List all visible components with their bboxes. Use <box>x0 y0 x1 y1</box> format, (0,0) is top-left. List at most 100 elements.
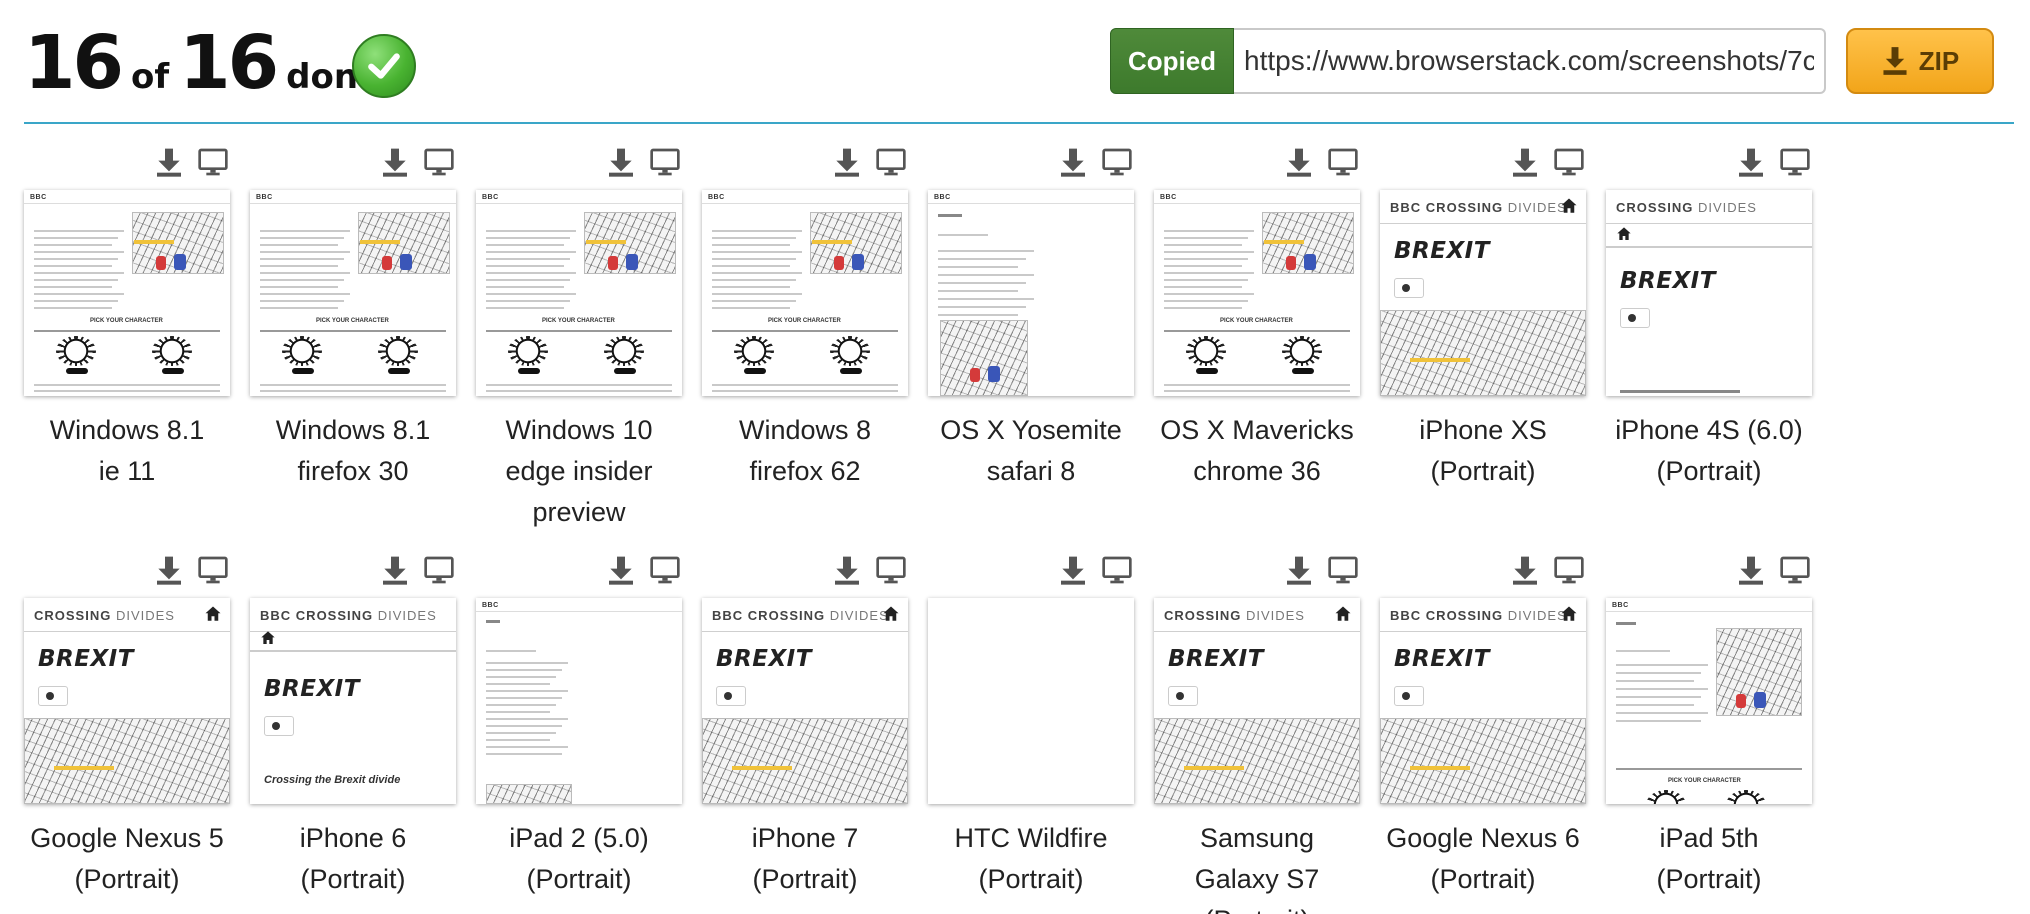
download-icon[interactable] <box>1282 144 1316 180</box>
thumb-logo: BBC <box>1612 602 1629 609</box>
copied-button[interactable]: Copied <box>1110 28 1234 94</box>
thumb-heading: PICK YOUR CHARACTER <box>90 318 163 324</box>
screenshot-thumbnail[interactable]: BBC PICK YOUR CHARACTER <box>1606 598 1812 804</box>
monitor-icon[interactable] <box>1778 552 1812 588</box>
download-icon[interactable] <box>1282 552 1316 588</box>
thumb-text-line <box>34 258 118 260</box>
thumb-text-line <box>938 314 1018 316</box>
screenshot-thumbnail[interactable]: BBC PICK YOUR CHARACTER <box>24 190 230 396</box>
thumb-text-line <box>712 286 790 288</box>
monitor-icon[interactable] <box>1552 144 1586 180</box>
monitor-icon[interactable] <box>1326 552 1360 588</box>
monitor-icon[interactable] <box>1552 552 1586 588</box>
download-icon[interactable] <box>1056 552 1090 588</box>
thumb-divider <box>34 330 220 332</box>
monitor-icon[interactable] <box>196 552 230 588</box>
thumb-text-line <box>1164 307 1242 309</box>
label-line: (Portrait) <box>752 864 858 894</box>
thumb-text-line <box>1616 664 1708 666</box>
label-line: (Portrait) <box>1656 864 1762 894</box>
thumb-subtitle: Crossing the Brexit divide <box>264 774 401 786</box>
label-line: iPhone 4S (6.0) <box>1615 415 1803 445</box>
thumb-topbar: BBC CROSSING DIVIDES <box>702 598 908 632</box>
thumb-text-line <box>34 300 118 302</box>
screenshot-thumbnail[interactable]: BBC PICK YOUR CHARACTER <box>1154 190 1360 396</box>
monitor-icon[interactable] <box>422 552 456 588</box>
download-icon[interactable] <box>1734 144 1768 180</box>
thumb-text-line <box>712 279 796 281</box>
download-icon[interactable] <box>604 144 638 180</box>
download-icon[interactable] <box>152 144 186 180</box>
monitor-icon[interactable] <box>874 144 908 180</box>
download-icon[interactable] <box>604 552 638 588</box>
screenshot-thumbnail[interactable]: BBC <box>476 598 682 804</box>
monitor-icon[interactable] <box>648 144 682 180</box>
monitor-icon[interactable] <box>874 552 908 588</box>
thumb-text-line <box>1164 390 1350 392</box>
thumb-text-line <box>1164 286 1242 288</box>
device-browser-label: OS X Mavericks chrome 36 <box>1144 410 1370 492</box>
thumb-banner <box>360 240 400 244</box>
download-icon[interactable] <box>152 552 186 588</box>
screenshot-thumbnail[interactable]: BBC <box>928 190 1134 396</box>
thumb-text-line <box>260 307 338 309</box>
zip-download-button[interactable]: ZIP <box>1846 28 1994 94</box>
monitor-icon[interactable] <box>1326 144 1360 180</box>
thumb-button <box>744 368 766 374</box>
screenshot-tile: BBC PICK YOUR CHARACTER Windows 10 edge ins… <box>476 140 682 540</box>
download-icon[interactable] <box>1508 144 1542 180</box>
screenshot-thumbnail[interactable]: BBC PICK YOUR CHARACTER <box>250 190 456 396</box>
screenshot-thumbnail[interactable]: BBC CROSSING DIVIDES BREXIT <box>1380 598 1586 804</box>
screenshot-thumbnail[interactable]: BBC CROSSING DIVIDES BREXIT Crossing the B… <box>250 598 456 804</box>
download-icon[interactable] <box>1734 552 1768 588</box>
thumb-divider <box>260 330 446 332</box>
thumb-illustration <box>486 784 572 804</box>
download-icon[interactable] <box>378 552 412 588</box>
monitor-icon[interactable] <box>196 144 230 180</box>
monitor-icon[interactable] <box>422 144 456 180</box>
screenshot-thumbnail[interactable] <box>928 598 1134 804</box>
share-url-field[interactable] <box>1234 28 1826 94</box>
screenshot-thumbnail[interactable]: BBC CROSSING DIVIDES BREXIT <box>1380 190 1586 396</box>
screenshot-thumbnail[interactable]: CROSSING DIVIDES BREXIT <box>1606 190 1812 396</box>
thumb-text-line <box>486 753 562 755</box>
download-icon[interactable] <box>378 144 412 180</box>
thumb-character <box>378 336 418 366</box>
screenshot-tile: BBC iPad 2 (5.0) (Portrait) <box>476 548 682 914</box>
thumb-logo: CROSSING DIVIDES <box>1616 200 1757 215</box>
label-line: Google Nexus 6 <box>1386 823 1580 853</box>
screenshot-thumbnail[interactable]: CROSSING DIVIDES BREXIT <box>1154 598 1360 804</box>
monitor-icon[interactable] <box>1100 144 1134 180</box>
thumb-text-line <box>34 286 112 288</box>
monitor-icon[interactable] <box>1100 552 1134 588</box>
thumb-figure <box>626 254 638 270</box>
monitor-icon[interactable] <box>1778 144 1812 180</box>
thumb-banner <box>586 240 626 244</box>
thumb-figure <box>834 256 844 270</box>
thumb-figure <box>970 368 980 382</box>
device-browser-label: Windows 8 firefox 62 <box>692 410 918 492</box>
download-icon[interactable] <box>1508 552 1542 588</box>
thumb-text-line <box>712 244 790 246</box>
thumb-text-line <box>712 230 802 232</box>
screenshot-thumbnail[interactable]: BBC PICK YOUR CHARACTER <box>702 190 908 396</box>
screenshot-thumbnail[interactable]: BBC CROSSING DIVIDES BREXIT <box>702 598 908 804</box>
download-icon[interactable] <box>830 144 864 180</box>
thumb-banner <box>1410 766 1470 770</box>
monitor-icon[interactable] <box>648 552 682 588</box>
device-browser-label: Windows 8.1 ie 11 <box>14 410 240 492</box>
tile-actions <box>818 552 908 592</box>
zip-label: ZIP <box>1918 45 1960 76</box>
screenshot-thumbnail[interactable]: CROSSING DIVIDES BREXIT <box>24 598 230 804</box>
download-icon[interactable] <box>830 552 864 588</box>
label-line: Windows 8.1 <box>49 415 205 445</box>
thumb-audio-toggle <box>1394 686 1424 706</box>
screenshot-tile: BBC PICK YOUR CHARACTER OS X Mavericks chro… <box>1154 140 1360 540</box>
thumb-text-line <box>34 272 124 274</box>
thumb-logo: BBC <box>482 194 499 201</box>
download-icon[interactable] <box>1056 144 1090 180</box>
thumb-text-line <box>260 384 446 386</box>
screenshot-thumbnail[interactable]: BBC PICK YOUR CHARACTER <box>476 190 682 396</box>
thumb-logo: BBC CROSSING DIVIDES <box>712 608 889 623</box>
thumb-illustration <box>702 718 908 804</box>
